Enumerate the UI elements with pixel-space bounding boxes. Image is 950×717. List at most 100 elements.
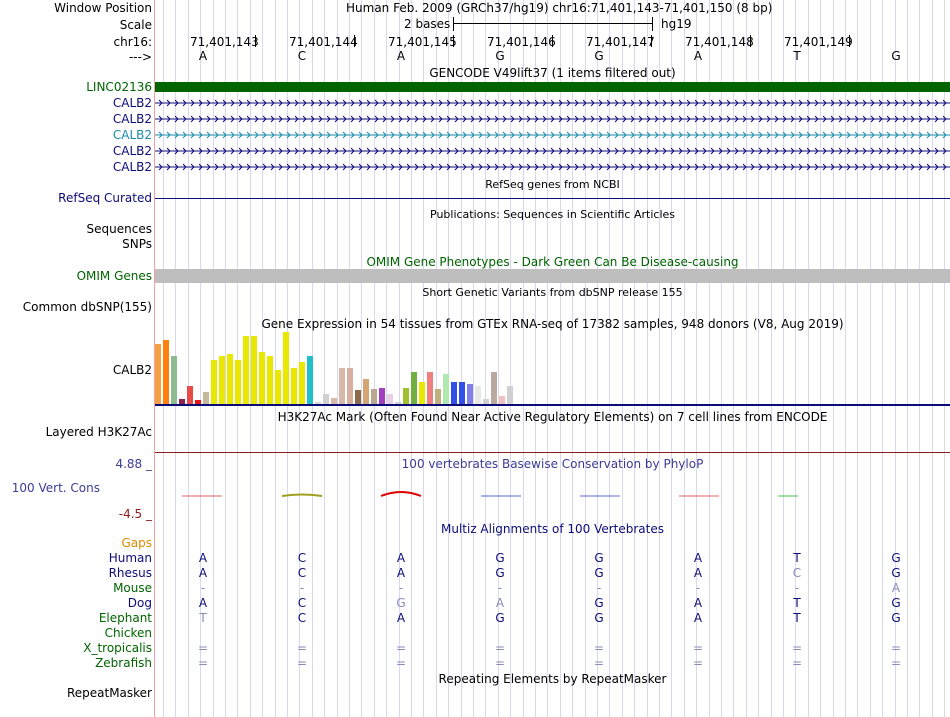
gtex-tissue-bar[interactable] bbox=[403, 388, 409, 404]
gtex-tissue-bar[interactable] bbox=[475, 386, 481, 404]
gtex-tissue-bar[interactable] bbox=[283, 332, 289, 404]
gtex-bar-chart[interactable] bbox=[155, 332, 535, 404]
gtex-tissue-bar[interactable] bbox=[155, 344, 161, 404]
multiz-species-label[interactable]: X_tropicalis bbox=[83, 641, 152, 655]
gtex-tissue-bar[interactable] bbox=[419, 382, 425, 404]
gtex-tissue-bar[interactable] bbox=[323, 394, 329, 404]
multiz-base: T bbox=[199, 611, 207, 625]
multiz-species-label[interactable]: Elephant bbox=[99, 611, 152, 625]
gtex-tissue-bar[interactable] bbox=[499, 396, 505, 404]
gtex-tissue-bar[interactable] bbox=[507, 386, 513, 404]
conservation-label[interactable]: 100 Vert. Cons bbox=[12, 481, 100, 495]
refseq-line bbox=[155, 198, 950, 199]
gencode-transcript[interactable] bbox=[155, 130, 950, 140]
multiz-base: T bbox=[793, 551, 801, 565]
multiz-species-label[interactable]: Chicken bbox=[105, 626, 152, 640]
gtex-tissue-bar[interactable] bbox=[411, 372, 417, 404]
multiz-species-label[interactable]: Mouse bbox=[113, 581, 152, 595]
multiz-base: T bbox=[793, 596, 801, 610]
snps-label[interactable]: SNPs bbox=[122, 237, 152, 251]
gtex-label[interactable]: CALB2 bbox=[113, 363, 152, 377]
gtex-tissue-bar[interactable] bbox=[259, 352, 265, 404]
gtex-tissue-bar[interactable] bbox=[235, 360, 241, 404]
gtex-tissue-bar[interactable] bbox=[371, 389, 377, 404]
gtex-tissue-bar[interactable] bbox=[211, 360, 217, 404]
h3k27ac-label[interactable]: Layered H3K27Ac bbox=[46, 425, 152, 439]
gtex-tissue-bar[interactable] bbox=[163, 340, 169, 404]
multiz-species-label[interactable]: Dog bbox=[128, 596, 152, 610]
gtex-tissue-bar[interactable] bbox=[459, 382, 465, 404]
gtex-tissue-bar[interactable] bbox=[347, 368, 353, 404]
gtex-tissue-bar[interactable] bbox=[427, 372, 433, 404]
sequence-base: T bbox=[793, 49, 801, 63]
gtex-tissue-bar[interactable] bbox=[363, 379, 369, 404]
gtex-tissue-bar[interactable] bbox=[491, 372, 497, 404]
gencode-gene-bar[interactable] bbox=[155, 82, 950, 92]
conservation-plot[interactable] bbox=[155, 486, 950, 506]
multiz-base: = bbox=[296, 641, 308, 655]
multiz-base: A bbox=[693, 566, 703, 580]
gencode-title[interactable]: GENCODE V49lift37 (1 items filtered out) bbox=[155, 66, 950, 80]
multiz-title[interactable]: Multiz Alignments of 100 Vertebrates bbox=[155, 522, 950, 536]
omim-label[interactable]: OMIM Genes bbox=[77, 269, 152, 283]
conservation-title[interactable]: 100 vertebrates Basewise Conservation by… bbox=[155, 457, 950, 471]
gtex-tissue-bar[interactable] bbox=[387, 394, 393, 404]
refseq-title[interactable]: RefSeq genes from NCBI bbox=[155, 178, 950, 192]
multiz-base: A bbox=[891, 581, 901, 595]
gencode-transcript[interactable] bbox=[155, 114, 950, 124]
gtex-tissue-bar[interactable] bbox=[187, 386, 193, 404]
omim-title[interactable]: OMIM Gene Phenotypes - Dark Green Can Be… bbox=[155, 255, 950, 269]
gencode-transcript[interactable] bbox=[155, 162, 950, 172]
gtex-tissue-bar[interactable] bbox=[435, 389, 441, 404]
gtex-title[interactable]: Gene Expression in 54 tissues from GTEx … bbox=[155, 317, 950, 331]
multiz-base: = bbox=[197, 656, 209, 670]
gtex-tissue-bar[interactable] bbox=[219, 356, 225, 404]
gtex-tissue-bar[interactable] bbox=[299, 362, 305, 404]
gencode-track-label[interactable]: CALB2 bbox=[113, 160, 152, 174]
multiz-base: G bbox=[891, 551, 901, 565]
sequences-label[interactable]: Sequences bbox=[87, 222, 152, 236]
gtex-tissue-bar[interactable] bbox=[443, 374, 449, 404]
gtex-tissue-bar[interactable] bbox=[355, 390, 361, 404]
omim-bar[interactable] bbox=[155, 269, 950, 283]
publications-title[interactable]: Publications: Sequences in Scientific Ar… bbox=[155, 208, 950, 222]
gtex-tissue-bar[interactable] bbox=[171, 356, 177, 404]
multiz-base: G bbox=[495, 551, 505, 565]
multiz-base: C bbox=[297, 551, 307, 565]
multiz-species-label[interactable]: Zebrafish bbox=[95, 656, 152, 670]
position-label: 71,401,149 bbox=[784, 35, 853, 49]
gencode-track-label[interactable]: LINC02136 bbox=[86, 80, 152, 94]
scale-bar-left bbox=[453, 17, 454, 31]
gtex-tissue-bar[interactable] bbox=[467, 384, 473, 404]
multiz-base: = bbox=[197, 641, 209, 655]
gtex-tissue-bar[interactable] bbox=[451, 382, 457, 404]
h3k27ac-title[interactable]: H3K27Ac Mark (Often Found Near Active Re… bbox=[155, 410, 950, 424]
gtex-tissue-bar[interactable] bbox=[243, 336, 249, 404]
gtex-tissue-bar[interactable] bbox=[203, 392, 209, 404]
multiz-base: = bbox=[890, 641, 902, 655]
refseq-label[interactable]: RefSeq Curated bbox=[58, 191, 152, 205]
gencode-track-label[interactable]: CALB2 bbox=[113, 112, 152, 126]
gtex-tissue-bar[interactable] bbox=[291, 368, 297, 404]
multiz-base: = bbox=[395, 641, 407, 655]
dbsnp-title[interactable]: Short Genetic Variants from dbSNP releas… bbox=[155, 286, 950, 300]
gencode-transcript[interactable] bbox=[155, 146, 950, 156]
window-position-value: Human Feb. 2009 (GRCh37/hg19) chr16:71,4… bbox=[346, 1, 773, 15]
gtex-tissue-bar[interactable] bbox=[251, 336, 257, 404]
repeatmasker-title[interactable]: Repeating Elements by RepeatMasker bbox=[155, 672, 950, 686]
gencode-track-label[interactable]: CALB2 bbox=[113, 144, 152, 158]
gtex-tissue-bar[interactable] bbox=[267, 356, 273, 404]
gtex-tissue-bar[interactable] bbox=[339, 368, 345, 404]
gtex-tissue-bar[interactable] bbox=[307, 356, 313, 404]
gtex-tissue-bar[interactable] bbox=[227, 354, 233, 404]
gencode-track-label[interactable]: CALB2 bbox=[113, 128, 152, 142]
multiz-species-label[interactable]: Human bbox=[109, 551, 152, 565]
gencode-transcript[interactable] bbox=[155, 98, 950, 108]
gtex-tissue-bar[interactable] bbox=[379, 388, 385, 404]
repeatmasker-label[interactable]: RepeatMasker bbox=[67, 686, 152, 700]
multiz-species-label[interactable]: Rhesus bbox=[109, 566, 152, 580]
gencode-track-label[interactable]: CALB2 bbox=[113, 96, 152, 110]
dbsnp-label[interactable]: Common dbSNP(155) bbox=[23, 300, 152, 314]
position-tick bbox=[750, 35, 751, 47]
gtex-tissue-bar[interactable] bbox=[275, 370, 281, 404]
